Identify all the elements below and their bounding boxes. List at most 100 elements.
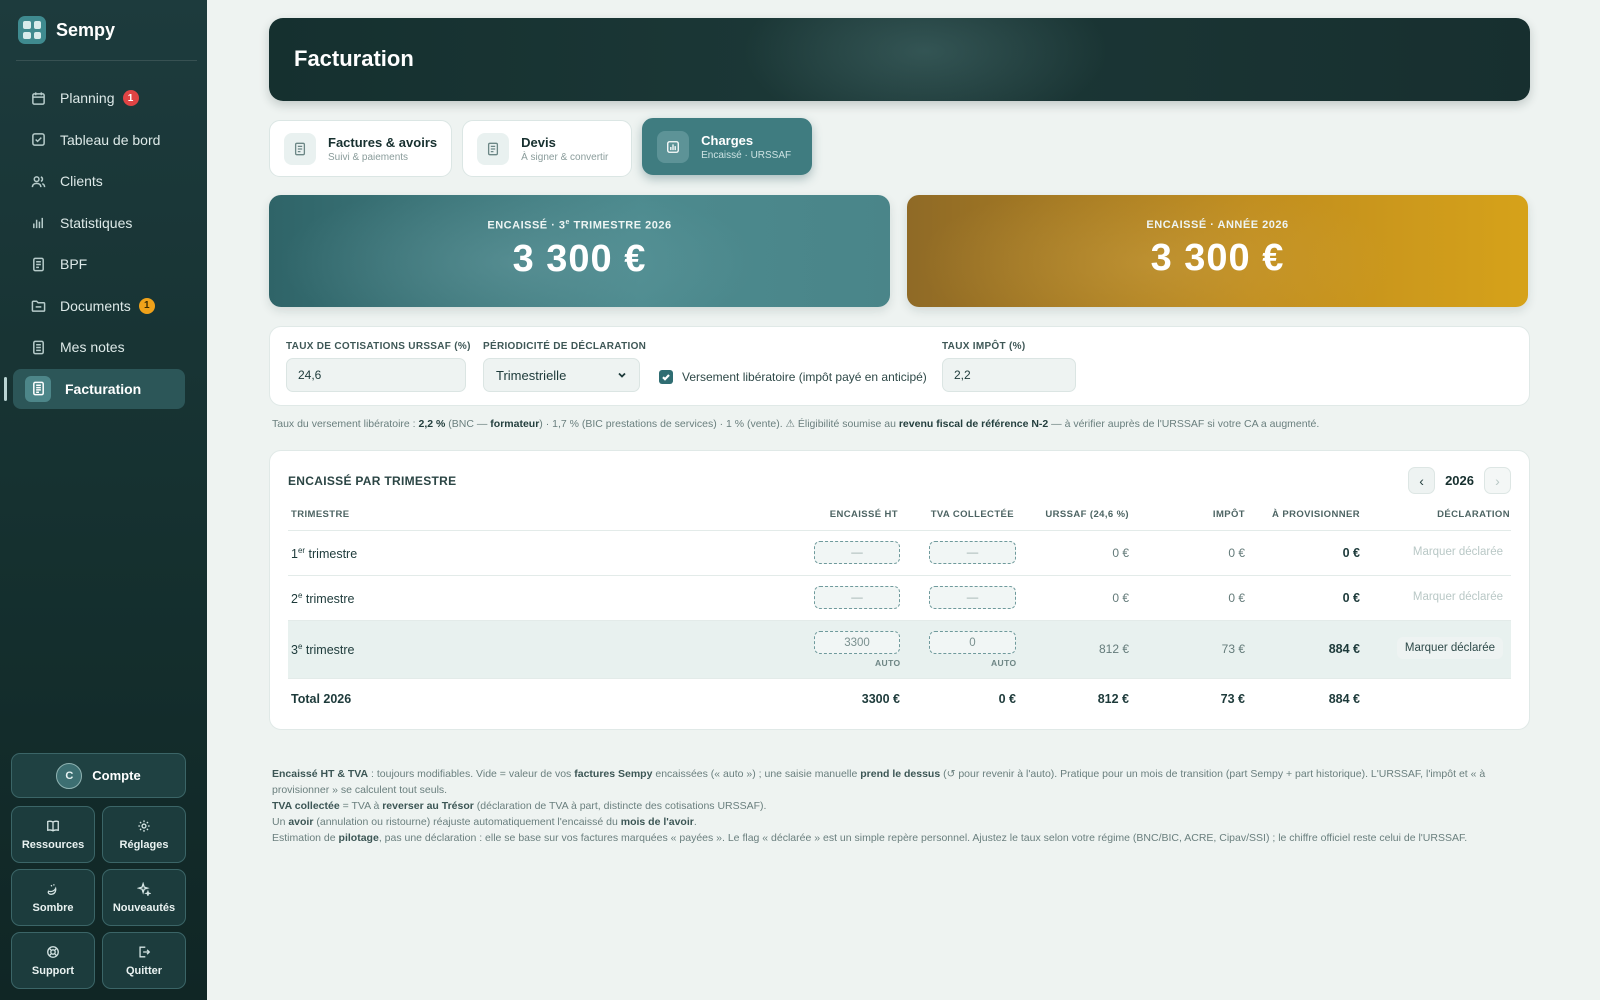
table-row-current: 3e trimestre 3300 AUTO 0 AUTO 812 € 73 €… (288, 620, 1511, 678)
tile-label: Support (31, 964, 75, 977)
footnote-line: Encaissé HT & TVA : toujours modifiables… (272, 768, 1486, 796)
quarter-label: 3e trimestre (291, 642, 355, 658)
tva-input[interactable]: — (929, 586, 1016, 609)
tab-charges[interactable]: Charges Encaissé · URSSAF (642, 118, 813, 175)
impot-value: 0 € (1228, 546, 1245, 560)
sidebar-item-bpf[interactable]: BPF (13, 244, 185, 284)
mark-declared-button[interactable]: Marquer déclarée (1396, 637, 1503, 659)
active-indicator (4, 376, 7, 401)
quarter-label: 1er trimestre (291, 546, 358, 562)
tile-label: Ressources (21, 838, 85, 851)
encaisse-ht-input[interactable]: 3300 (814, 631, 900, 654)
news-button[interactable]: Nouveautés (102, 869, 186, 926)
sidebar-item-statistiques[interactable]: Statistiques (13, 203, 185, 243)
tab-sublabel: Encaissé · URSSAF (701, 149, 792, 161)
impot-rate-input[interactable]: 2,2 (942, 358, 1076, 392)
sidebar-item-facturation[interactable]: Facturation (4, 368, 185, 409)
year-navigator: ‹ 2026 › (1408, 467, 1511, 494)
column-header: ENCAISSÉ HT (829, 509, 898, 520)
rate-note: Taux du versement libératoire : 2,2 % (B… (272, 418, 1320, 430)
total-urssaf: 812 € (1097, 692, 1129, 706)
urssaf-value: 0 € (1112, 591, 1129, 605)
tab-factures-avoirs[interactable]: Factures & avoirs Suivi & paiements (269, 120, 453, 177)
tile-label: Sombre (32, 901, 74, 914)
urssaf-value: 0 € (1112, 546, 1129, 560)
sidebar-item-label: Clients (60, 173, 103, 189)
tab-icon-box (477, 132, 510, 165)
book-icon (47, 820, 59, 832)
footnote-line: Estimation de pilotage, pas une déclarat… (272, 832, 1468, 844)
quarterly-table-card: ENCAISSÉ PAR TRIMESTRE ‹ 2026 › TRIMESTR… (269, 450, 1530, 730)
sidebar-item-label: Mes notes (60, 339, 125, 355)
column-header: À PROVISIONNER (1272, 509, 1360, 520)
total-impot: 73 € (1220, 692, 1245, 706)
tab-icon-box (284, 132, 316, 165)
sidebar-nav: Planning 1 Tableau de bord Clients Stati… (4, 78, 185, 410)
tab-label: Factures & avoirs (328, 134, 438, 150)
tva-input[interactable]: — (929, 541, 1016, 564)
bar-chart-icon (667, 140, 680, 153)
column-header: URSSAF (24,6 %) (1045, 509, 1129, 520)
sidebar-item-planning[interactable]: Planning 1 (13, 78, 185, 118)
document-icon (488, 142, 499, 155)
column-header: IMPÔT (1212, 509, 1245, 520)
footnotes: Encaissé HT & TVA : toujours modifiables… (272, 766, 1527, 846)
urssaf-rate-input[interactable]: 24,6 (286, 358, 466, 392)
field-label: TAUX IMPÔT (%) (942, 341, 1026, 352)
sidebar: Sempy Planning 1 Tableau de bord Clients… (0, 0, 207, 1000)
impot-value: 0 € (1228, 591, 1245, 605)
checkbox-icon (32, 133, 45, 146)
period-field: PÉRIODICITÉ DE DÉCLARATION Trimestrielle (483, 341, 646, 392)
invoice-icon (32, 381, 44, 396)
column-header: DÉCLARATION (1437, 509, 1510, 520)
sidebar-item-documents[interactable]: Documents 1 (13, 286, 185, 326)
kpi-label: ENCAISSÉ · ANNÉE 2026 (1146, 219, 1289, 231)
notification-badge: 1 (122, 90, 139, 106)
checkbox-checked-icon (659, 370, 673, 384)
tab-text: Devis À signer & convertir (521, 135, 608, 163)
checkbox-label: Versement libératoire (impôt payé en ant… (682, 370, 927, 384)
sidebar-item-mes-notes[interactable]: Mes notes (13, 327, 185, 367)
tile-label: Réglages (119, 838, 169, 851)
sidebar-item-label: Statistiques (60, 214, 133, 231)
settings-button[interactable]: Réglages (102, 806, 186, 863)
kpi-value: 3 300 € (512, 237, 647, 280)
notes-icon (33, 340, 44, 354)
footnote-line: TVA collectée = TVA à reverser au Trésor… (272, 800, 767, 812)
liberatoire-checkbox[interactable]: Versement libératoire (impôt payé en ant… (659, 370, 927, 384)
brand[interactable]: Sempy (18, 16, 115, 44)
account-button[interactable]: C Compte (11, 753, 186, 798)
lifebuoy-icon (47, 945, 59, 958)
kpi-value: 3 300 € (1150, 237, 1285, 279)
mark-declared-button[interactable]: Marquer déclarée (1413, 546, 1503, 558)
calendar-icon (32, 91, 45, 105)
users-icon (31, 175, 46, 187)
impot-rate-field: TAUX IMPÔT (%) 2,2 (942, 341, 1076, 392)
moon-icon (47, 883, 57, 895)
sidebar-item-label: Tableau de bord (60, 131, 161, 148)
dark-mode-button[interactable]: Sombre (11, 869, 95, 926)
sidebar-item-tableau-de-bord[interactable]: Tableau de bord (13, 120, 185, 160)
sidebar-item-label: Facturation (65, 380, 142, 397)
resources-button[interactable]: Ressources (11, 806, 95, 863)
year-label: 2026 (1445, 473, 1474, 488)
previous-year-button[interactable]: ‹ (1408, 467, 1436, 494)
provision-value: 0 € (1342, 591, 1360, 605)
tile-label: Nouveautés (112, 901, 176, 914)
impot-value: 73 € (1221, 642, 1245, 656)
tab-devis[interactable]: Devis À signer & convertir (462, 120, 633, 177)
period-select-value: Trimestrielle (496, 367, 567, 383)
sidebar-item-clients[interactable]: Clients (13, 161, 185, 201)
total-tva: 0 € (998, 692, 1016, 706)
encaisse-ht-input[interactable]: — (814, 586, 900, 609)
period-select[interactable]: Trimestrielle (483, 358, 640, 392)
folder-icon (31, 300, 46, 312)
tab-sublabel: Suivi & paiements (328, 151, 409, 163)
tva-input[interactable]: 0 (929, 631, 1016, 654)
encaisse-ht-input[interactable]: — (814, 541, 900, 564)
next-year-button[interactable]: › (1484, 467, 1511, 494)
logout-button[interactable]: Quitter (102, 932, 186, 989)
total-ht: 3300 € (861, 692, 900, 706)
support-button[interactable]: Support (11, 932, 95, 989)
mark-declared-button[interactable]: Marquer déclarée (1413, 591, 1503, 603)
